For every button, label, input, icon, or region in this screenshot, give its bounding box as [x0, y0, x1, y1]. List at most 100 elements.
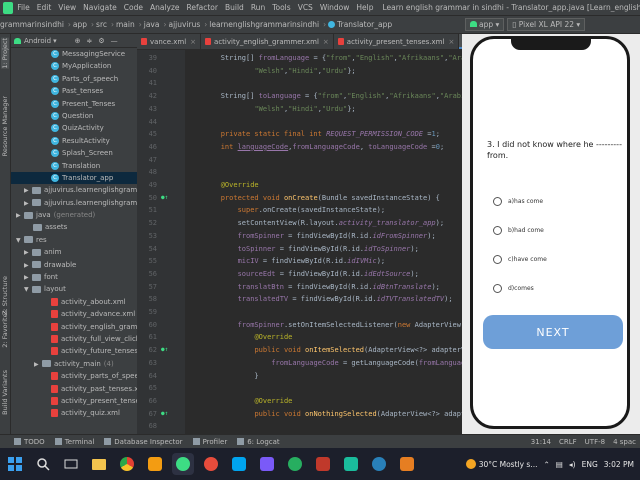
menu-item-help[interactable]: Help — [356, 3, 373, 12]
volume-icon[interactable]: ◂) — [569, 460, 576, 469]
project-tree-item[interactable]: activity_advance.xml — [11, 308, 137, 320]
app-icon[interactable] — [284, 453, 306, 475]
radio-button[interactable] — [493, 284, 502, 293]
breadcrumb-item[interactable]: src — [96, 20, 107, 29]
project-tree-item[interactable]: C Past_tenses — [11, 85, 137, 97]
device-dropdown[interactable]: ▯ Pixel XL API 22 ▾ — [507, 18, 586, 31]
radio-button[interactable] — [493, 197, 502, 206]
chevron-down-icon[interactable]: ▾ — [53, 37, 57, 45]
code-line[interactable]: "Welsh","Hindi","Urdu"}; — [187, 105, 355, 113]
code-line[interactable]: private static final int REQUEST_PERMISS… — [187, 130, 440, 138]
tool-window-button[interactable]: Profiler — [192, 438, 227, 446]
next-button[interactable]: NEXT — [483, 315, 623, 349]
app-icon[interactable] — [256, 453, 278, 475]
breadcrumb-item[interactable]: Translator_app — [337, 20, 392, 29]
collapse-icon[interactable]: ≑ — [86, 37, 92, 45]
tool-tab-build-variants[interactable]: Build Variants — [1, 370, 9, 415]
menu-item-analyze[interactable]: Analyze — [150, 3, 180, 12]
option-a[interactable]: a)has come — [493, 197, 543, 206]
project-tree-item[interactable]: activity_about.xml — [11, 296, 137, 308]
override-marker-icon[interactable]: ●↑ — [161, 410, 168, 417]
menu-item-code[interactable]: Code — [124, 3, 143, 12]
clock[interactable]: 3:02 PM — [604, 460, 634, 469]
project-tree-item[interactable]: ▶ drawable — [11, 259, 137, 271]
tool-window-button[interactable]: Database Inspector — [104, 438, 183, 446]
menu-item-navigate[interactable]: Navigate — [83, 3, 117, 12]
app-icon[interactable] — [368, 453, 390, 475]
code-line[interactable]: public void onItemSelected(AdapterView<?… — [187, 346, 462, 354]
project-tree-item[interactable]: ▼ res — [11, 234, 137, 246]
radio-button[interactable] — [493, 226, 502, 235]
option-d[interactable]: d)comes — [493, 284, 534, 293]
close-icon[interactable]: × — [323, 38, 329, 46]
menu-item-vcs[interactable]: VCS — [298, 3, 313, 12]
breadcrumb-item[interactable]: app — [73, 20, 87, 29]
editor-tab[interactable]: vance.xml × — [137, 34, 202, 49]
code-line[interactable]: public void onNothingSelected(AdapterVie… — [187, 410, 462, 418]
tool-window-button[interactable]: Terminal — [54, 438, 94, 446]
status-item[interactable]: CRLF — [559, 438, 577, 446]
editor-tab[interactable]: activity_english_grammer.xml × — [201, 34, 334, 49]
project-tree-item[interactable]: ▶ anim — [11, 246, 137, 258]
network-icon[interactable]: ▤ — [556, 460, 563, 469]
project-tree-item[interactable]: C MyApplication — [11, 60, 137, 72]
project-tree-item[interactable]: C Translator_app — [11, 171, 137, 185]
android-studio-icon[interactable] — [172, 453, 194, 475]
task-view-icon[interactable] — [60, 453, 82, 475]
tool-window-button[interactable]: TODO — [14, 438, 45, 446]
code-line[interactable]: String[] toLanguage = {"from","English",… — [187, 92, 462, 100]
code-line[interactable]: toSpinner = findViewById(R.id.idToSpinne… — [187, 245, 419, 253]
menu-item-tools[interactable]: Tools — [272, 3, 290, 12]
project-tree-item[interactable]: ▶ajjuvirus.learnenglishgramma — [11, 197, 137, 209]
menu-item-view[interactable]: View — [58, 3, 76, 12]
app-icon[interactable] — [340, 453, 362, 475]
project-tree-item[interactable]: assets — [11, 221, 137, 233]
code-line[interactable]: translatBtn = findViewById(R.id.idBtnTra… — [187, 283, 440, 291]
project-tree-item[interactable]: activity_past_tenses.xml — [11, 383, 137, 395]
code-line[interactable]: int languageCode,fromLanguageCode, toLan… — [187, 143, 444, 151]
project-view-dropdown[interactable]: Android — [24, 37, 51, 45]
breadcrumb-item[interactable]: main — [116, 20, 135, 29]
tool-tab-project[interactable]: 1: Project — [1, 38, 9, 69]
code-line[interactable]: String[] fromLanguage = {"from","English… — [187, 54, 462, 62]
status-item[interactable]: UTF-8 — [585, 438, 605, 446]
code-line[interactable]: micIV = findViewById(R.id.idIVMic); — [187, 257, 386, 265]
project-tree-item[interactable]: C MessagingService — [11, 48, 137, 60]
project-tree-item[interactable]: ▶ajjuvirus.learnenglishgramma — [11, 184, 137, 196]
project-tree-item[interactable]: activity_present_tenses.xml — [11, 395, 137, 407]
breadcrumb-item[interactable]: ajjuvirus — [168, 20, 200, 29]
chrome-icon[interactable] — [116, 453, 138, 475]
project-tree-item[interactable]: ▼ layout — [11, 283, 137, 295]
project-tree-item[interactable]: ▶ activity_main (4) — [11, 358, 137, 370]
app-icon[interactable] — [144, 453, 166, 475]
code-line[interactable]: sourceEdt = findViewById(R.id.idEdtSourc… — [187, 270, 419, 278]
project-tree-item[interactable]: activity_full_view_click.xml — [11, 333, 137, 345]
tool-tab-favorites[interactable]: 2: Favorites — [1, 310, 9, 348]
project-tree-item[interactable]: ▶ java (generated) — [11, 209, 137, 221]
editor-tab[interactable]: activity_present_tenses.xml × — [334, 34, 460, 49]
project-tree-item[interactable]: activity_quiz.xml — [11, 407, 137, 419]
project-tree-item[interactable]: activity_parts_of_speech.xm — [11, 370, 137, 382]
code-line[interactable]: } — [187, 372, 258, 380]
option-b[interactable]: b)had come — [493, 226, 544, 235]
code-line[interactable]: protected void onCreate(Bundle savedInst… — [187, 194, 440, 202]
close-icon[interactable]: × — [190, 38, 196, 46]
locate-icon[interactable]: ⊕ — [75, 37, 81, 45]
project-tree-item[interactable]: ▶ font — [11, 271, 137, 283]
breadcrumb-item[interactable]: grammarinsindhi — [0, 20, 64, 29]
code-line[interactable]: fromLanguageCode = getLanguageCode(fromL… — [187, 359, 462, 367]
status-item[interactable]: 31:14 — [531, 438, 551, 446]
menu-item-window[interactable]: Window — [320, 3, 350, 12]
app-icon[interactable] — [312, 453, 334, 475]
code-line[interactable]: @Override — [187, 333, 292, 341]
project-tree-item[interactable]: C Translation — [11, 160, 137, 172]
option-c[interactable]: c)have come — [493, 255, 547, 264]
app-icon[interactable] — [228, 453, 250, 475]
project-tree-item[interactable]: C Question — [11, 110, 137, 122]
tool-tab-resource-manager[interactable]: Resource Manager — [1, 96, 9, 156]
override-marker-icon[interactable]: ●↑ — [161, 346, 168, 353]
code-line[interactable]: translatedTV = findViewById(R.id.idTVTra… — [187, 295, 453, 303]
gear-icon[interactable]: ⚙ — [98, 37, 104, 45]
project-tree-item[interactable]: C Parts_of_speech — [11, 73, 137, 85]
minimize-icon[interactable]: — — [111, 37, 118, 45]
